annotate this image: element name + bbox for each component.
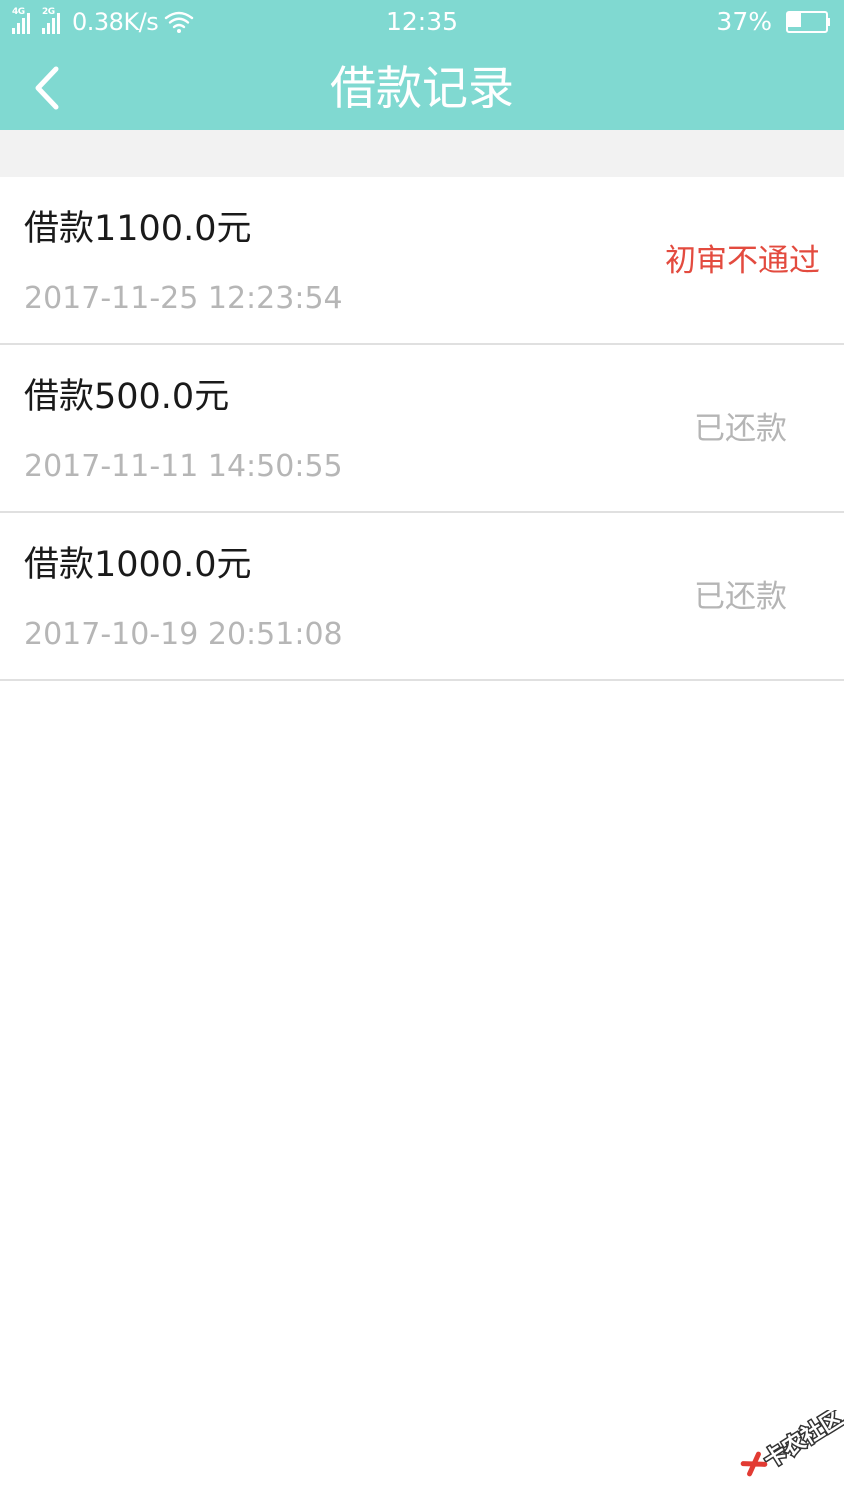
loan-record-item[interactable]: 借款500.0元 2017-11-11 14:50:55 已还款: [0, 345, 844, 513]
loan-status: 已还款: [694, 411, 787, 447]
nav-bar: 借款记录: [0, 44, 844, 130]
loan-amount: 借款500.0元: [24, 377, 230, 417]
loan-amount: 借款1000.0元: [24, 545, 252, 585]
loan-amount: 借款1100.0元: [24, 209, 252, 249]
loan-time: 2017-11-25 12:23:54: [24, 281, 343, 316]
loan-status: 已还款: [694, 579, 787, 615]
loan-record-list: 借款1100.0元 2017-11-25 12:23:54 初审不通过 借款50…: [0, 177, 844, 681]
page-title: 借款记录: [330, 61, 514, 115]
loan-time: 2017-11-11 14:50:55: [24, 449, 343, 484]
watermark-logo: 卡农社区: [740, 1410, 844, 1477]
battery-fill: [788, 12, 801, 27]
app-header: 4G 2G 0.38K/s 12:35 37% 借款记录: [0, 0, 844, 130]
battery-icon: [786, 10, 830, 33]
watermark-text: 卡农社区: [759, 1410, 844, 1473]
status-bar: 4G 2G 0.38K/s 12:35 37%: [0, 0, 844, 44]
battery-percent: 37%: [716, 7, 772, 36]
loan-time: 2017-10-19 20:51:08: [24, 617, 343, 652]
loan-status: 初审不通过: [665, 243, 820, 279]
section-divider: [0, 130, 844, 177]
loan-record-item[interactable]: 借款1100.0元 2017-11-25 12:23:54 初审不通过: [0, 177, 844, 345]
loan-record-item[interactable]: 借款1000.0元 2017-10-19 20:51:08 已还款: [0, 513, 844, 681]
watermark-mark-icon: [740, 1451, 768, 1477]
status-bar-right: 37%: [716, 7, 830, 36]
